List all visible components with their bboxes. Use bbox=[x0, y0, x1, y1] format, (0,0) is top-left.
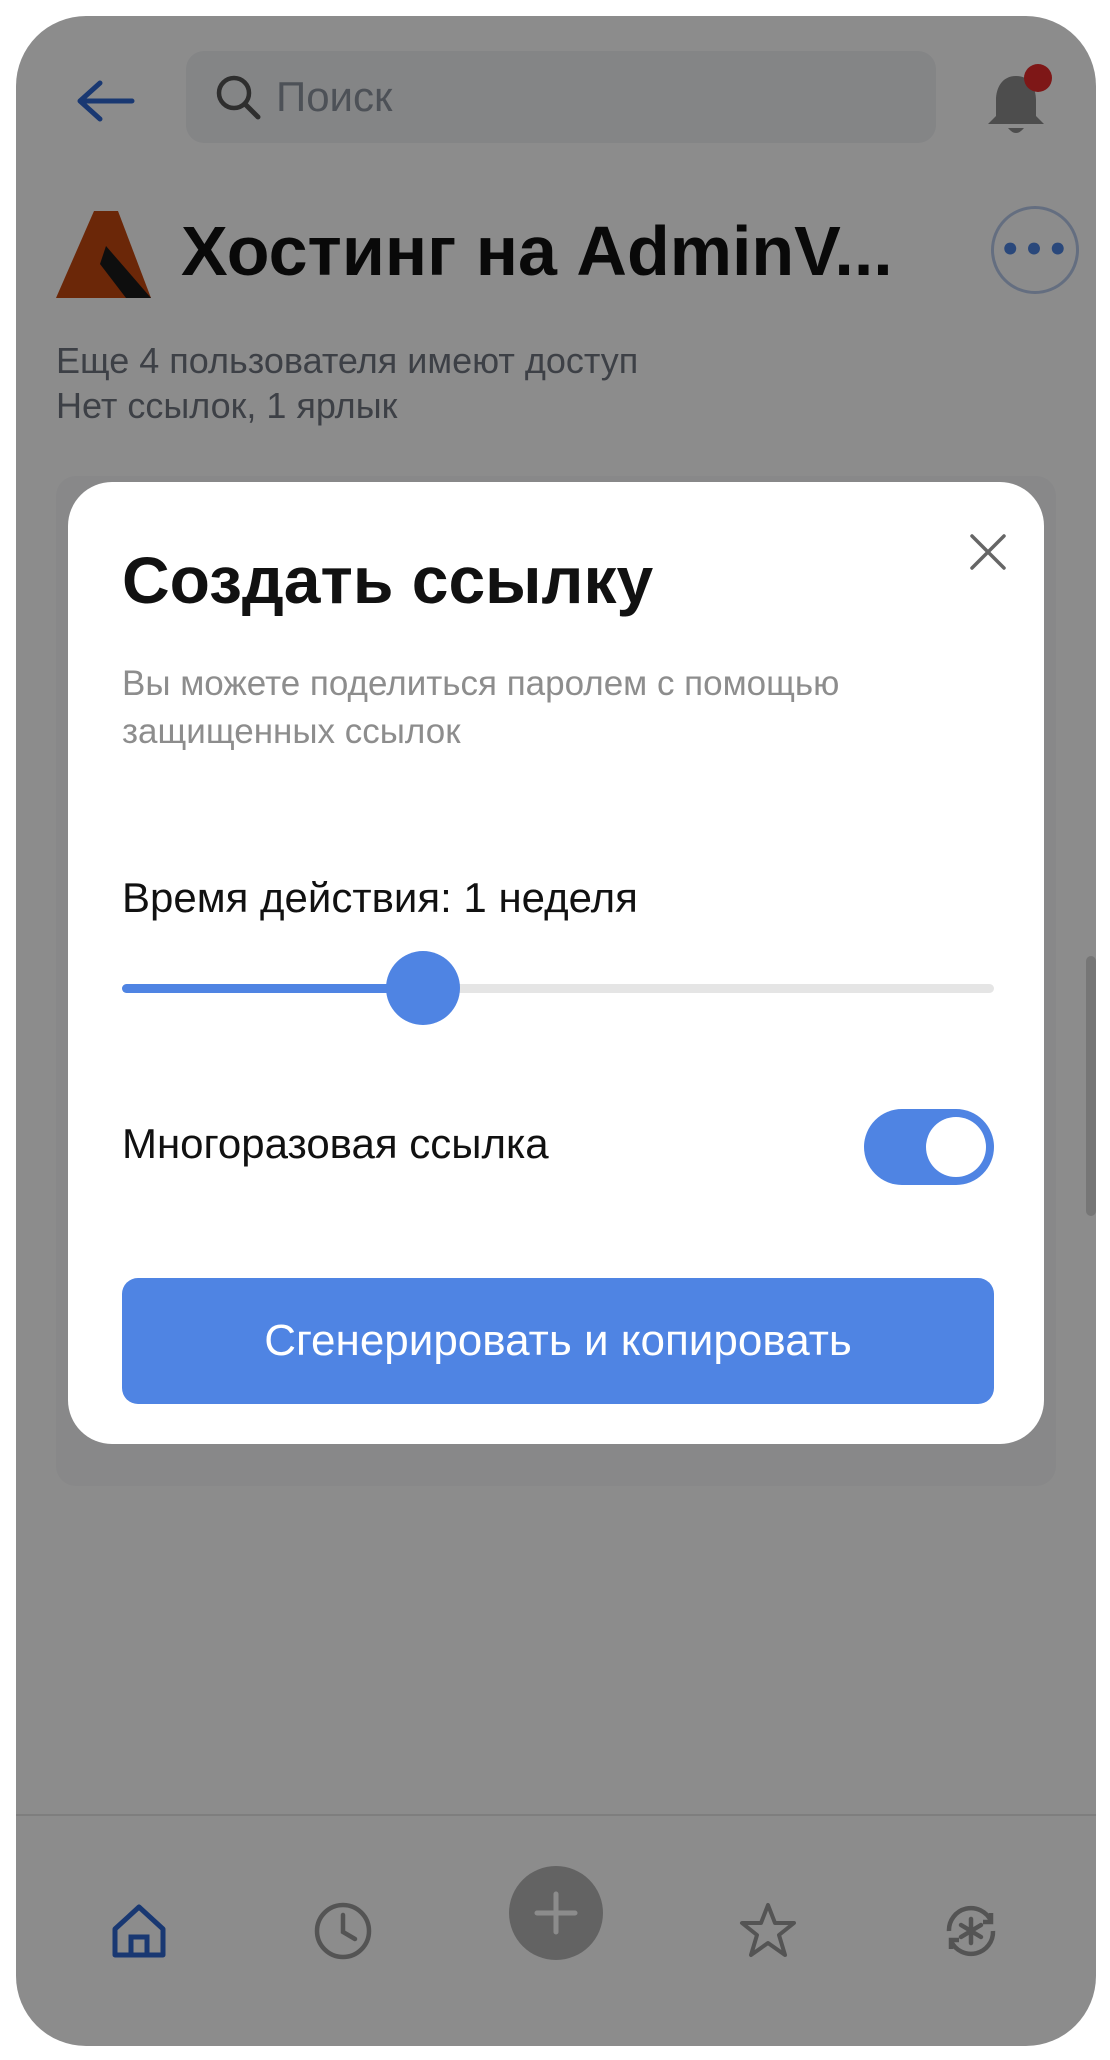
toggle-knob bbox=[926, 1117, 986, 1177]
duration-label: Время действия: 1 неделя bbox=[122, 874, 638, 921]
close-icon bbox=[970, 534, 1006, 570]
close-button[interactable] bbox=[958, 522, 1018, 582]
reusable-link-label: Многоразовая ссылка bbox=[122, 1120, 549, 1167]
duration-slider[interactable] bbox=[122, 948, 994, 1028]
reusable-link-toggle[interactable] bbox=[864, 1109, 994, 1185]
generate-copy-button[interactable]: Сгенерировать и копировать bbox=[122, 1278, 994, 1404]
dialog-title: Создать ссылку bbox=[122, 543, 654, 617]
dialog-description: Вы можете поделиться паролем с помощью з… bbox=[122, 664, 840, 751]
phone-screen: Поиск Хостинг на AdminV... ••• Еще 4 пол… bbox=[16, 16, 1096, 2046]
slider-thumb[interactable] bbox=[385, 951, 460, 1025]
create-link-dialog: Создать ссылку Вы можете поделиться паро… bbox=[68, 482, 1044, 1444]
slider-fill bbox=[122, 984, 423, 993]
